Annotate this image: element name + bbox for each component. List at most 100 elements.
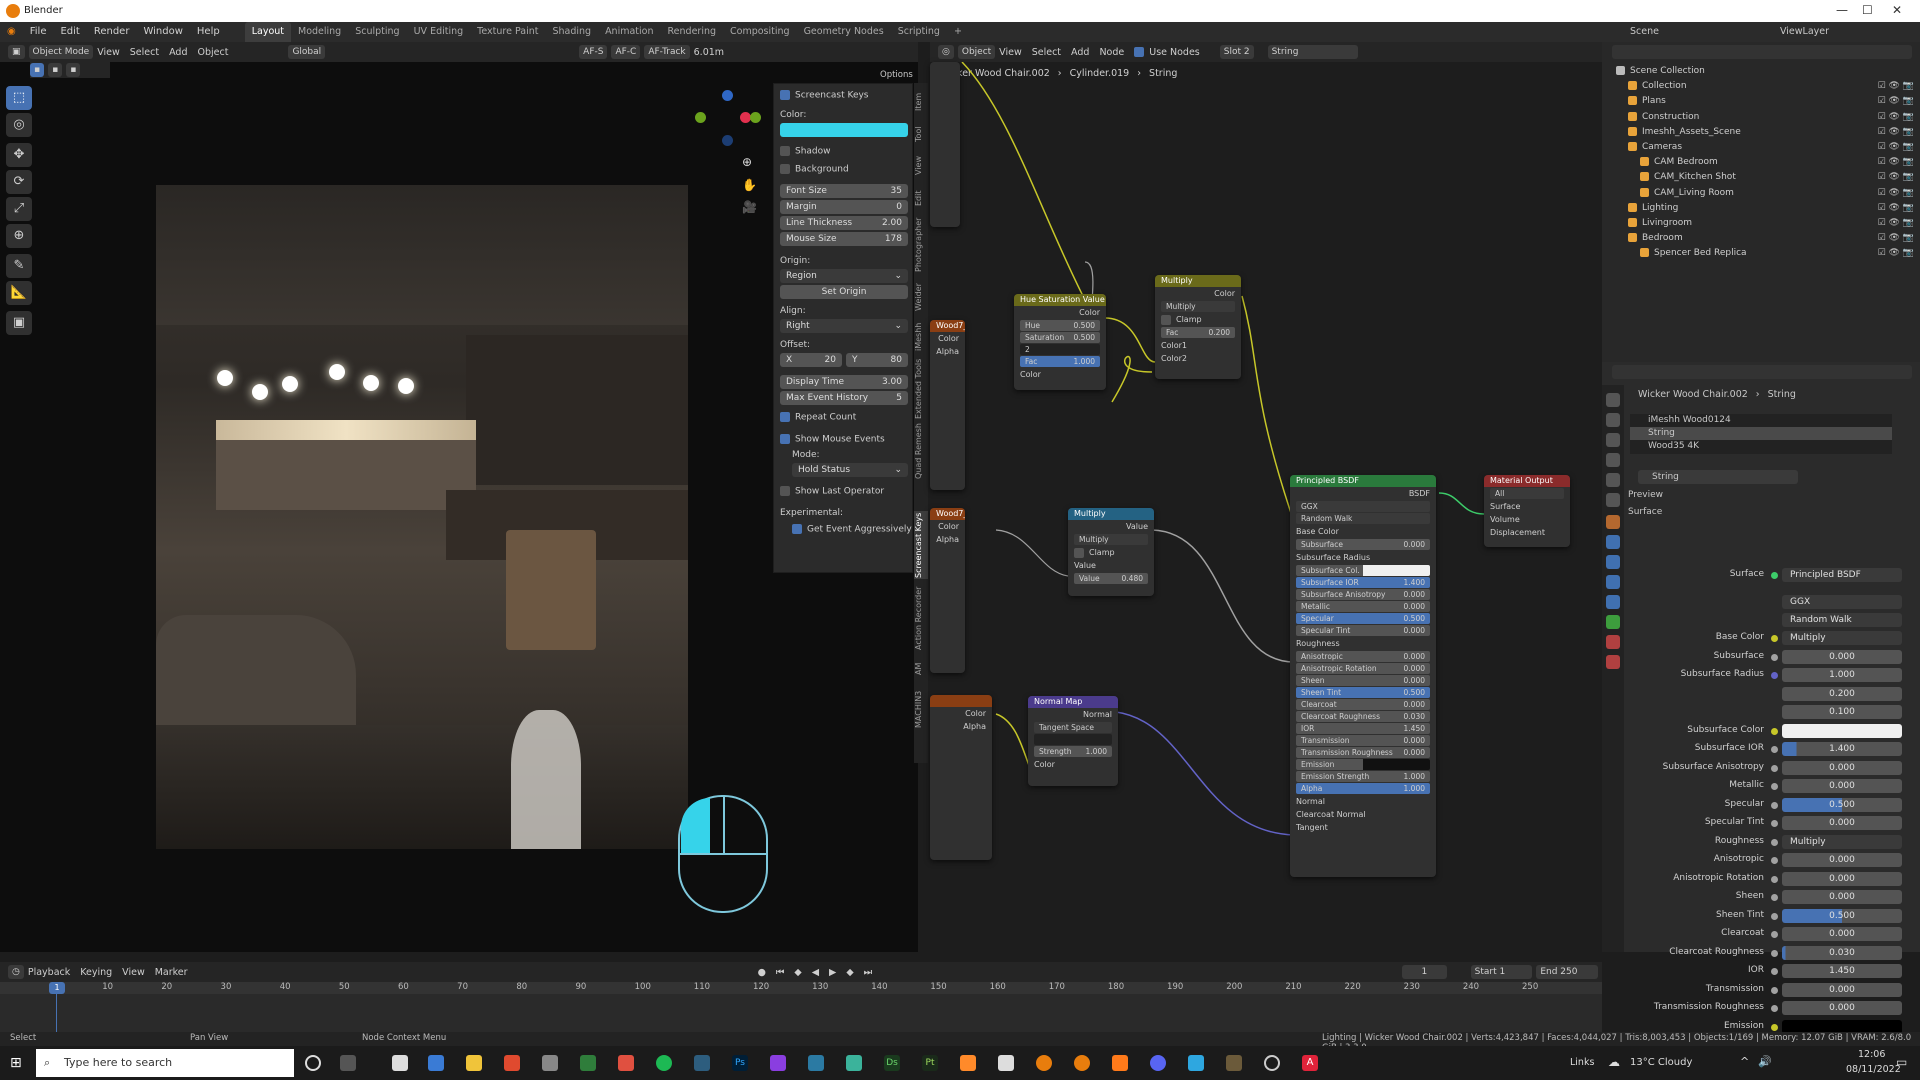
screencast-header[interactable]: Screencast Keys [780, 90, 908, 101]
show-last-operator-toggle[interactable]: Show Last Operator [780, 486, 908, 497]
texture-node-3[interactable]: Color Alpha [930, 695, 992, 860]
tray-chevron-icon[interactable]: ^ [1740, 1055, 1749, 1068]
bsdf-field-7[interactable]: Specular 0.500 [1296, 613, 1430, 624]
outliner-item[interactable]: Imeshh_Assets_Scene ☑ 👁 📷 [1602, 125, 1920, 140]
outliner-item[interactable]: CAM Bedroom ☑ 👁 📷 [1602, 155, 1920, 170]
timeline-menu-view[interactable]: View [122, 967, 145, 978]
normal-map-space-dropdown[interactable]: Tangent Space [1034, 722, 1112, 733]
tab-shading[interactable]: Shading [545, 22, 598, 42]
taskbar-search-input[interactable]: ⌕ Type here to search [36, 1049, 294, 1077]
bsdf-socket-22[interactable]: Normal [1290, 795, 1436, 808]
menu-window[interactable]: Window [136, 22, 189, 42]
volume-icon[interactable]: 🔊 [1758, 1055, 1772, 1068]
sidebar-tab-screencast-keys[interactable]: Screencast Keys [914, 511, 928, 579]
bsdf-socket-23[interactable]: Clearcoat Normal [1290, 808, 1436, 821]
material-property-field[interactable]: 1.000 [1782, 668, 1902, 682]
max-event-field[interactable]: Max Event History 5 [780, 391, 908, 405]
principled-bsdf-node[interactable]: Principled BSDF BSDF GGX Random Walk Bas… [1290, 475, 1436, 877]
material-property-field[interactable]: 1.450 [1782, 964, 1902, 978]
get-event-toggle[interactable]: Get Event Aggressively [792, 524, 920, 535]
tab-modeling[interactable]: Modeling [291, 22, 348, 42]
socket-dot[interactable] [1771, 968, 1778, 975]
math-operation-dropdown[interactable]: Multiply [1074, 534, 1148, 545]
bsdf-field-3[interactable]: Subsurface Col. [1296, 565, 1430, 576]
spotify-icon[interactable] [656, 1055, 672, 1071]
material-slot-1[interactable]: iMeshh Wood0124 [1630, 414, 1892, 427]
select-extend-icon[interactable]: ▪ [48, 63, 63, 77]
bsdf-field-8[interactable]: Specular Tint 0.000 [1296, 625, 1430, 636]
outliner-item[interactable]: Plans ☑ 👁 📷 [1602, 94, 1920, 109]
math-clamp-toggle[interactable]: Clamp [1068, 546, 1154, 559]
normal-map-node[interactable]: Normal Map Normal Tangent Space Strength… [1028, 696, 1118, 786]
acrobat-icon[interactable]: A [1302, 1055, 1318, 1071]
tab-rendering[interactable]: Rendering [661, 22, 724, 42]
calculator-icon[interactable] [428, 1055, 444, 1071]
transform-tool-icon[interactable]: ⊕ [6, 224, 32, 248]
windows-start-icon[interactable]: ⊞ [10, 1055, 22, 1071]
material-property-field[interactable]: 0.000 [1782, 982, 1902, 997]
maximize-icon[interactable]: ☐ [1862, 3, 1873, 17]
socket-dot[interactable] [1771, 986, 1778, 994]
app-icon-12[interactable] [1188, 1055, 1204, 1071]
select-subtract-icon[interactable]: ▪ [66, 63, 81, 77]
normal-map-uv-field[interactable] [1034, 734, 1112, 745]
af-c-button[interactable]: AF-C [611, 45, 641, 59]
material-property-field[interactable]: 0.000 [1782, 816, 1902, 830]
viewlayer-selector[interactable]: ViewLayer [1780, 26, 1829, 37]
margin-field[interactable]: Margin 0 [780, 200, 908, 214]
bsdf-field-14[interactable]: Clearcoat 0.000 [1296, 699, 1430, 710]
prev-key-icon[interactable]: ◆ [794, 967, 801, 978]
notion-icon[interactable] [392, 1055, 408, 1071]
scene-tab-icon[interactable] [1606, 473, 1620, 487]
sidebar-tab-weider[interactable]: Weider [914, 277, 928, 317]
socket-dot[interactable] [1771, 949, 1778, 957]
options-menu[interactable]: Options [880, 70, 913, 80]
node-menu-view[interactable]: View [999, 47, 1022, 58]
tab-animation[interactable]: Animation [598, 22, 660, 42]
sidebar-tab-edit[interactable]: Edit [914, 183, 928, 213]
scene-selector[interactable]: Scene [1630, 26, 1659, 37]
bsdf-field-15[interactable]: Clearcoat Roughness 0.030 [1296, 711, 1430, 722]
outliner-item[interactable]: Scene Collection [1602, 64, 1920, 79]
font-size-field[interactable]: Font Size 35 [780, 184, 908, 198]
bsdf-field-11[interactable]: Anisotropic Rotation 0.000 [1296, 663, 1430, 674]
app-icon-5[interactable] [770, 1055, 786, 1071]
tab-sculpting[interactable]: Sculpting [348, 22, 406, 42]
menu-edit[interactable]: Edit [53, 22, 86, 42]
line-thickness-field[interactable]: Line Thickness 2.00 [780, 216, 908, 230]
outliner-search-input[interactable] [1612, 45, 1912, 59]
tab-geometry-nodes[interactable]: Geometry Nodes [797, 22, 891, 42]
discord-icon[interactable] [1150, 1055, 1166, 1071]
jump-start-icon[interactable]: ⏮ [776, 967, 785, 978]
visibility-toggles-icon[interactable]: ☑ 👁 📷 [1878, 170, 1914, 185]
hsv-hue-field[interactable]: Hue 0.500 [1020, 320, 1100, 331]
bsdf-field-4[interactable]: Subsurface IOR 1.400 [1296, 577, 1430, 588]
material-datablock-field[interactable]: String [1638, 470, 1798, 484]
close-icon[interactable]: ✕ [1892, 3, 1902, 17]
normal-map-strength-field[interactable]: Strength 1.000 [1034, 746, 1112, 757]
move-tool-icon[interactable]: ✥ [6, 143, 32, 167]
preview-panel-header[interactable]: Preview [1628, 490, 1663, 500]
shader-type-dropdown[interactable]: Object [957, 45, 996, 59]
outliner-item[interactable]: Collection ☑ 👁 📷 [1602, 79, 1920, 94]
world-tab-icon[interactable] [1606, 493, 1620, 507]
minimize-icon[interactable]: — [1836, 3, 1848, 17]
socket-dot[interactable] [1771, 838, 1778, 846]
repeat-count-toggle[interactable]: Repeat Count [780, 412, 908, 423]
record-icon[interactable]: ● [758, 967, 766, 978]
af-s-button[interactable]: AF-S [579, 45, 608, 59]
background-toggle[interactable]: Background [780, 164, 908, 175]
bsdf-field-12[interactable]: Sheen 0.000 [1296, 675, 1430, 686]
outliner-item[interactable]: Spencer Bed Replica ☑ 👁 📷 [1602, 246, 1920, 261]
sidebar-tab-imeshh[interactable]: iMeshh [914, 319, 928, 355]
hsv-fac-field[interactable]: Fac 1.000 [1020, 356, 1100, 367]
socket-dot[interactable] [1771, 783, 1778, 790]
data-tab-icon[interactable] [1606, 615, 1620, 629]
material-property-field[interactable] [1782, 723, 1902, 738]
scale-tool-icon[interactable]: ⤢ [6, 197, 32, 221]
timeline-editor-icon[interactable]: ◷ [8, 965, 24, 979]
material-property-field[interactable]: 0.000 [1782, 853, 1902, 867]
sidebar-tab-item[interactable]: Item [914, 87, 928, 117]
cursor-tool-icon[interactable]: ◎ [6, 113, 32, 137]
tab-scripting[interactable]: Scripting [891, 22, 947, 42]
